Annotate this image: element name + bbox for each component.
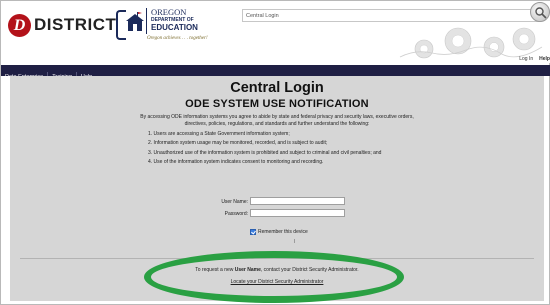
notification-item: 2. Information system usage may be monit… — [148, 140, 328, 147]
schoolhouse-icon — [126, 12, 144, 31]
username-input[interactable] — [250, 197, 345, 205]
remember-label: Remember this device — [258, 229, 308, 235]
divider-tick — [294, 239, 295, 243]
password-input[interactable] — [250, 209, 345, 217]
help-link[interactable]: Help — [539, 56, 550, 62]
password-label: Password: — [224, 211, 248, 217]
education-text: EDUCATION — [151, 23, 198, 32]
window-frame: D DISTRICT OREGON DEPARTMENT OF EDUCATIO… — [0, 0, 550, 305]
oregon-text: OREGON — [151, 7, 187, 17]
password-row: Password: — [10, 209, 544, 219]
top-links: Log In Help — [519, 56, 550, 62]
tagline: Oregon achieves . . . together! — [147, 36, 208, 41]
highlight-ellipse — [144, 251, 404, 303]
nav-bar: Data EnterpriseTrainingHelp — [1, 65, 550, 83]
district-brand[interactable]: DISTRICT — [34, 14, 116, 36]
notification-list: 1. Users are accessing a State Governmen… — [148, 131, 418, 169]
remember-device-checkbox[interactable]: Remember this device — [250, 229, 308, 235]
search-icon[interactable] — [530, 2, 550, 22]
notification-title: ODE SYSTEM USE NOTIFICATION — [185, 98, 369, 110]
checkbox-checked-icon[interactable] — [250, 229, 256, 235]
username-row: User Name: — [10, 197, 544, 207]
site-header: D DISTRICT OREGON DEPARTMENT OF EDUCATIO… — [1, 1, 550, 63]
login-link[interactable]: Log In — [519, 56, 533, 62]
notification-item: 3. Unauthorized use of the information s… — [148, 149, 382, 156]
ode-logo[interactable]: OREGON DEPARTMENT OF EDUCATION — [146, 8, 206, 34]
notification-item: 1. Users are accessing a State Governmen… — [148, 131, 290, 137]
district-logo-icon[interactable]: D — [8, 14, 31, 37]
page-title: Central Login — [230, 80, 324, 96]
username-label: User Name: — [221, 199, 248, 205]
page-label-field: Central Login — [242, 9, 539, 22]
notification-intro: By accessing ODE information systems you… — [140, 114, 414, 127]
notification-item: 4. Use of the information system indicat… — [148, 159, 324, 166]
